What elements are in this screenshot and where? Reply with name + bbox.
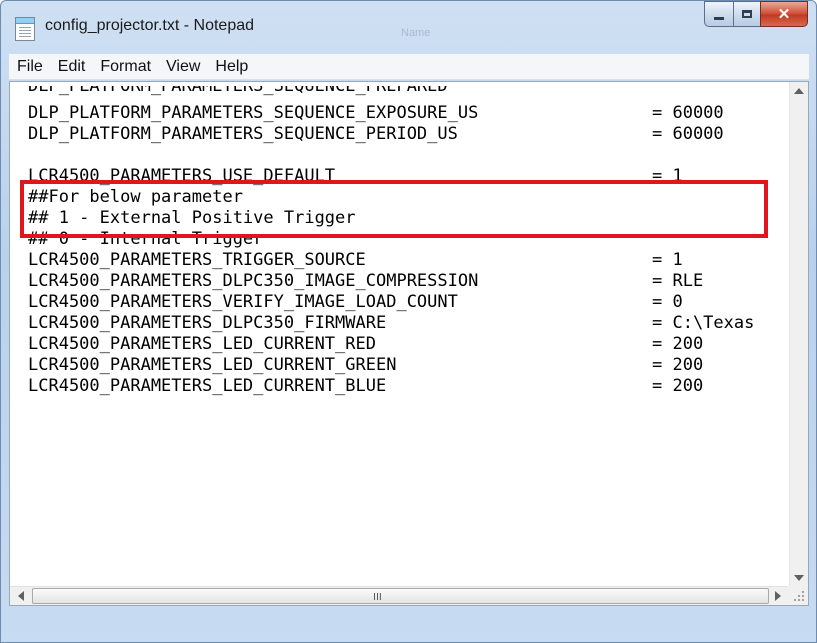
text-line: LCR4500_PARAMETERS_LED_CURRENT_BLUE = 200 — [28, 376, 789, 397]
menu-help[interactable]: Help — [215, 58, 248, 76]
text-editor[interactable]: DLP_PLATFORM_PARAMETERS_SEQUENCE_PREPARE… — [9, 81, 809, 606]
text-line: LCR4500_PARAMETERS_LED_CURRENT_RED = 200 — [28, 334, 789, 355]
line-value: = C:\Texas — [652, 313, 755, 333]
vertical-scrollbar[interactable] — [789, 82, 808, 587]
scroll-down-icon[interactable] — [794, 575, 804, 581]
text-line: LCR4500_PARAMETERS_TRIGGER_SOURCE = 1 — [28, 250, 789, 271]
line-value: = 200 — [652, 376, 704, 396]
caption-buttons: ✕ — [704, 1, 808, 27]
line-key: ## 1 - External Positive Trigger — [28, 208, 356, 228]
scroll-left-icon[interactable] — [18, 591, 24, 601]
line-key: LCR4500_PARAMETERS_LED_CURRENT_RED — [28, 334, 376, 354]
title-bar[interactable]: config_projector.txt - Notepad Name ✕ — [1, 1, 816, 47]
line-key: LCR4500_PARAMETERS_DLPC350_FIRMWARE — [28, 313, 387, 333]
line-key: DLP_PLATFORM_PARAMETERS_SEQUENCE_EXPOSUR… — [28, 103, 479, 123]
menu-edit[interactable]: Edit — [58, 58, 86, 76]
line-value: = 200 — [652, 355, 704, 375]
text-line: ## 1 - External Positive Trigger — [28, 208, 789, 229]
line-key: LCR4500_PARAMETERS_LED_CURRENT_BLUE — [28, 376, 387, 396]
title-background-text: Name — [401, 27, 431, 39]
line-value: = 60000 — [652, 124, 724, 144]
line-value: = 1 — [652, 250, 683, 270]
grip-dot — [798, 595, 800, 597]
line-value: = 60000 — [652, 103, 724, 123]
menu-format[interactable]: Format — [100, 58, 151, 76]
horizontal-scrollbar[interactable]: III — [10, 586, 789, 605]
text-line: ## 0 - Internal Trigger — [28, 229, 789, 250]
line-key: LCR4500_PARAMETERS_VERIFY_IMAGE_LOAD_COU… — [28, 292, 458, 312]
grip-dot — [802, 591, 804, 593]
minimize-button[interactable] — [704, 1, 733, 27]
horizontal-scroll-thumb[interactable]: III — [32, 588, 769, 604]
maximize-icon — [742, 10, 752, 18]
line-key: ## 0 - Internal Trigger — [28, 229, 264, 249]
line-value: = 0 — [652, 292, 683, 312]
line-key: DLP_PLATFORM_PARAMETERS_SEQUENCE_PREPARE… — [28, 86, 448, 96]
line-value: = 1 — [652, 166, 683, 186]
text-line: DLP_PLATFORM_PARAMETERS_SEQUENCE_EXPOSUR… — [28, 103, 789, 124]
text-line: ##For below parameter — [28, 187, 789, 208]
scroll-grip-icon: III — [373, 592, 382, 603]
maximize-button[interactable] — [733, 1, 760, 27]
text-line: LCR4500_PARAMETERS_LED_CURRENT_GREEN = 20… — [28, 355, 789, 376]
window-title: config_projector.txt - Notepad — [45, 17, 255, 34]
grip-dot — [798, 599, 800, 601]
line-key: LCR4500_PARAMETERS_TRIGGER_SOURCE — [28, 250, 366, 270]
line-value: = 200 — [652, 334, 704, 354]
grip-dot — [794, 599, 796, 601]
menu-view[interactable]: View — [166, 58, 200, 76]
text-line: DLP_PLATFORM_PARAMETERS_SEQUENCE_PREPARE… — [28, 86, 789, 103]
text-line: LCR4500_PARAMETERS_USE_DEFAULT = 1 — [28, 166, 789, 187]
grip-dot — [802, 599, 804, 601]
line-key: LCR4500_PARAMETERS_LED_CURRENT_GREEN — [28, 355, 397, 375]
line-value: = RLE — [652, 271, 704, 291]
text-line — [28, 145, 789, 166]
text-line: DLP_PLATFORM_PARAMETERS_SEQUENCE_PERIOD_… — [28, 124, 789, 145]
scroll-right-icon[interactable] — [775, 591, 781, 601]
notepad-window: config_projector.txt - Notepad Name ✕ Fi… — [0, 0, 817, 643]
grip-dot — [802, 595, 804, 597]
text-line: LCR4500_PARAMETERS_DLPC350_IMAGE_COMPRES… — [28, 271, 789, 292]
line-key: LCR4500_PARAMETERS_USE_DEFAULT — [28, 166, 336, 186]
notepad-app-icon — [15, 17, 35, 41]
line-key: ##For below parameter — [28, 187, 243, 207]
text-line: LCR4500_PARAMETERS_VERIFY_IMAGE_LOAD_COU… — [28, 292, 789, 313]
menu-file[interactable]: File — [17, 58, 43, 76]
resize-grip-icon[interactable] — [788, 586, 808, 605]
close-button[interactable]: ✕ — [760, 1, 808, 27]
scroll-up-icon[interactable] — [794, 88, 804, 94]
text-content[interactable]: DLP_PLATFORM_PARAMETERS_SEQUENCE_PREPARE… — [10, 82, 789, 605]
text-line: LCR4500_PARAMETERS_DLPC350_FIRMWARE = C:\… — [28, 313, 789, 334]
close-icon: ✕ — [777, 6, 791, 23]
line-key: DLP_PLATFORM_PARAMETERS_SEQUENCE_PERIOD_… — [28, 124, 458, 144]
minimize-icon — [714, 16, 724, 20]
line-key: LCR4500_PARAMETERS_DLPC350_IMAGE_COMPRES… — [28, 271, 479, 291]
menu-bar: File Edit Format View Help — [9, 54, 809, 80]
